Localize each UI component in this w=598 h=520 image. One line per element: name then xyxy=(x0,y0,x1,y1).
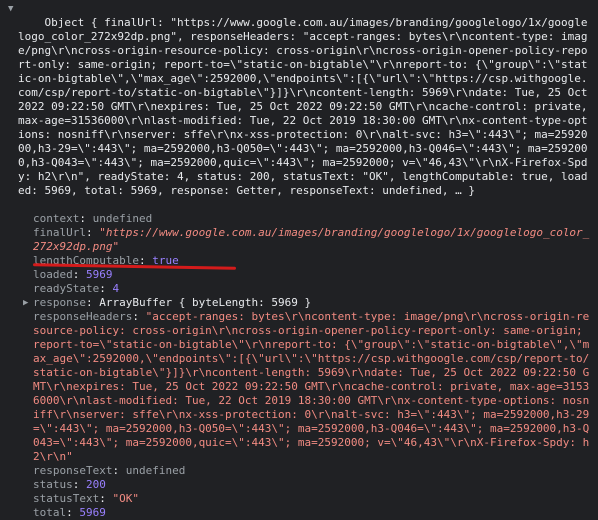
prop-responseText: responseText: undefined xyxy=(33,464,186,477)
prop-total: total: 5969 xyxy=(33,506,106,519)
prop-status: status: 200 xyxy=(33,478,106,491)
object-summary[interactable]: ▼ Object { finalUrl: "https://www.google.… xyxy=(8,2,594,212)
prop-value: "accept-ranges: bytes\r\ncontent-type: i… xyxy=(33,310,590,463)
prop-name: responseHeaders xyxy=(33,310,133,323)
prop-responseHeaders: responseHeaders: "accept-ranges: bytes\r… xyxy=(33,310,590,463)
prop-statusText: statusText: "OK" xyxy=(33,492,139,505)
prop-value: "https://www.google.com.au/images/brandi… xyxy=(33,226,590,253)
prop-value: 4 xyxy=(112,282,120,295)
prop-value: ArrayBuffer { byteLength: 5969 } xyxy=(99,296,312,309)
prop-value: 5969 xyxy=(79,506,106,519)
prop-name: statusText xyxy=(33,492,100,505)
object-properties: context: undefined finalUrl: "https://ww… xyxy=(23,212,594,520)
prop-loaded: loaded: 5969 xyxy=(33,268,113,281)
console-output: ▼ Object { finalUrl: "https://www.google.… xyxy=(0,0,598,519)
prop-name: readyState xyxy=(33,282,100,295)
prop-context: context: undefined xyxy=(33,212,153,225)
triangle-down-icon[interactable]: ▼ xyxy=(8,2,13,16)
triangle-right-icon[interactable]: ▶ xyxy=(23,296,28,310)
prop-response[interactable]: ▶ response: ArrayBuffer { byteLength: 596… xyxy=(23,296,594,310)
prop-value: undefined xyxy=(125,464,186,477)
prop-finalUrl: finalUrl: "https://www.google.com.au/ima… xyxy=(33,226,590,253)
prop-readyState: readyState: 4 xyxy=(33,282,120,295)
prop-name: response xyxy=(33,296,86,309)
prop-name: finalUrl xyxy=(33,226,86,239)
prop-name: status xyxy=(33,478,73,491)
prop-value: "OK" xyxy=(112,492,139,505)
prop-name: loaded xyxy=(33,268,73,281)
prop-name: context xyxy=(33,212,80,225)
object-summary-text: Object { finalUrl: "https://www.google.c… xyxy=(18,16,595,197)
prop-value: 200 xyxy=(86,478,106,491)
prop-value: undefined xyxy=(92,212,153,225)
prop-name: responseText xyxy=(33,464,113,477)
prop-value: 5969 xyxy=(86,268,113,281)
prop-name: total xyxy=(33,506,67,519)
